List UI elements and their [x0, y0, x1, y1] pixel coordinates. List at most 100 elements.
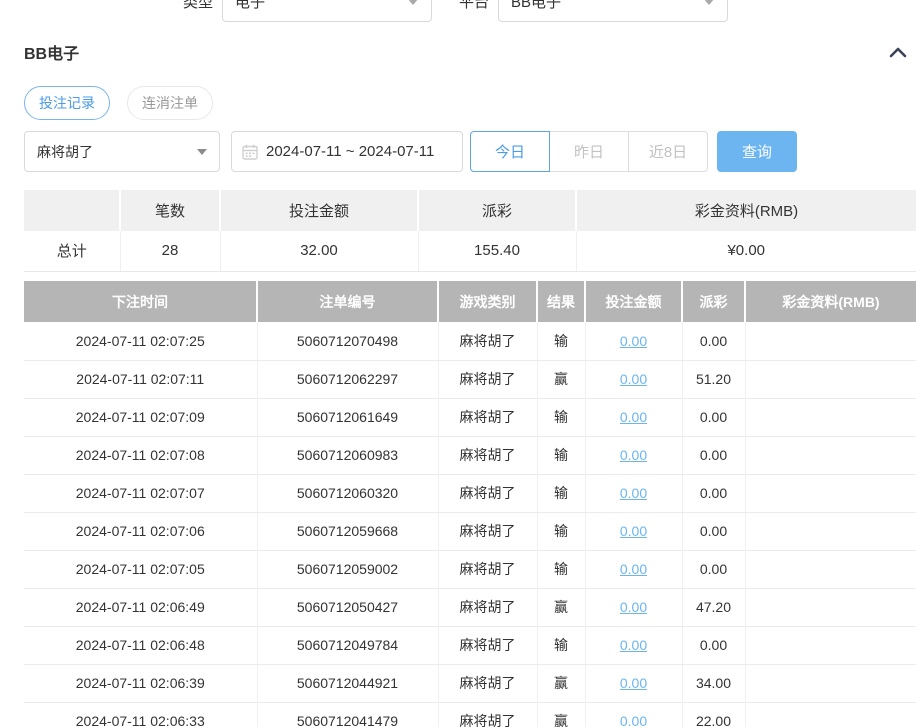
quick-today-button[interactable]: 今日 [470, 131, 550, 172]
cell-game-type: 麻将胡了 [438, 436, 537, 474]
bet-amount-link[interactable]: 0.00 [620, 561, 647, 577]
cell-game-type: 麻将胡了 [438, 322, 537, 360]
section-header: BB电子 [24, 40, 909, 64]
cell-order-id: 5060712059002 [257, 550, 438, 588]
cell-bonus [745, 398, 916, 436]
cell-payout: 0.00 [682, 322, 745, 360]
cell-order-id: 5060712041479 [257, 702, 438, 727]
records-table: 下注时间 注单编号 游戏类别 结果 投注金额 派彩 彩金资料(RMB) 2024… [24, 281, 916, 727]
cell-game-type: 麻将胡了 [438, 702, 537, 727]
chevron-down-icon [703, 0, 715, 5]
cell-game-type: 麻将胡了 [438, 588, 537, 626]
header-bet-time: 下注时间 [24, 281, 257, 322]
summary-total-count: 28 [120, 231, 220, 271]
summary-header-blank [24, 190, 120, 231]
cell-game-type: 麻将胡了 [438, 360, 537, 398]
platform-select[interactable]: BB电子 [498, 0, 728, 22]
bet-amount-link[interactable]: 0.00 [620, 409, 647, 425]
summary-header-count: 笔数 [120, 190, 220, 231]
bet-amount-link[interactable]: 0.00 [620, 447, 647, 463]
game-select[interactable]: 麻将胡了 [24, 131, 220, 172]
cell-game-type: 麻将胡了 [438, 398, 537, 436]
bet-amount-link[interactable]: 0.00 [620, 599, 647, 615]
bet-amount-link[interactable]: 0.00 [620, 485, 647, 501]
cell-payout: 0.00 [682, 474, 745, 512]
summary-total-bet-amount: 32.00 [220, 231, 418, 271]
chevron-up-icon [889, 47, 907, 62]
bet-amount-link[interactable]: 0.00 [620, 371, 647, 387]
cell-bet-time: 2024-07-11 02:07:06 [24, 512, 257, 550]
cell-bet-time: 2024-07-11 02:06:39 [24, 664, 257, 702]
cell-bonus [745, 588, 916, 626]
cell-bonus [745, 664, 916, 702]
header-bonus: 彩金资料(RMB) [745, 281, 916, 322]
type-select[interactable]: 电子 [222, 0, 432, 22]
cell-bet-amount: 0.00 [585, 360, 682, 398]
cell-game-type: 麻将胡了 [438, 664, 537, 702]
cell-payout: 47.20 [682, 588, 745, 626]
cell-order-id: 5060712044921 [257, 664, 438, 702]
cell-bet-time: 2024-07-11 02:06:48 [24, 626, 257, 664]
cell-result: 输 [537, 436, 585, 474]
bet-amount-link[interactable]: 0.00 [620, 637, 647, 653]
summary-table: 笔数 投注金额 派彩 彩金资料(RMB) 总计 28 32.00 155.40 … [24, 190, 916, 272]
cell-game-type: 麻将胡了 [438, 550, 537, 588]
bet-amount-link[interactable]: 0.00 [620, 713, 647, 727]
cell-game-type: 麻将胡了 [438, 474, 537, 512]
cell-result: 赢 [537, 702, 585, 727]
table-row: 2024-07-11 02:06:49 5060712050427 麻将胡了 赢… [24, 588, 916, 626]
table-row: 2024-07-11 02:06:33 5060712041479 麻将胡了 赢… [24, 702, 916, 727]
collapse-button[interactable] [887, 43, 909, 61]
cell-game-type: 麻将胡了 [438, 626, 537, 664]
game-select-value: 麻将胡了 [37, 142, 93, 162]
cell-bet-time: 2024-07-11 02:07:07 [24, 474, 257, 512]
bet-amount-link[interactable]: 0.00 [620, 675, 647, 691]
cell-result: 赢 [537, 360, 585, 398]
cell-order-id: 5060712061649 [257, 398, 438, 436]
summary-header-payout: 派彩 [418, 190, 576, 231]
table-row: 2024-07-11 02:06:48 5060712049784 麻将胡了 输… [24, 626, 916, 664]
bet-amount-link[interactable]: 0.00 [620, 333, 647, 349]
cell-bonus [745, 550, 916, 588]
cell-order-id: 5060712049784 [257, 626, 438, 664]
quick-last8days-button[interactable]: 近8日 [628, 131, 708, 172]
cell-payout: 22.00 [682, 702, 745, 727]
cell-bonus [745, 322, 916, 360]
cell-payout: 51.20 [682, 360, 745, 398]
cell-payout: 0.00 [682, 436, 745, 474]
type-label: 类型 [183, 0, 213, 12]
section-title: BB电子 [24, 40, 79, 64]
cell-bonus [745, 474, 916, 512]
tab-betting-records[interactable]: 投注记录 [24, 86, 110, 120]
cell-result: 输 [537, 512, 585, 550]
date-range-input[interactable]: 2024-07-11 ~ 2024-07-11 [231, 131, 463, 172]
betting-records-page: 类型 电子 平台 BB电子 BB电子 投注记录 连消注单 麻将胡了 [0, 0, 916, 727]
summary-header-row: 笔数 投注金额 派彩 彩金资料(RMB) [24, 190, 916, 231]
cell-order-id: 5060712062297 [257, 360, 438, 398]
cell-bet-time: 2024-07-11 02:07:09 [24, 398, 257, 436]
cell-result: 输 [537, 626, 585, 664]
tab-cancelled-orders[interactable]: 连消注单 [127, 86, 213, 120]
table-row: 2024-07-11 02:07:25 5060712070498 麻将胡了 输… [24, 322, 916, 360]
cell-result: 输 [537, 322, 585, 360]
search-button[interactable]: 查询 [717, 131, 797, 172]
summary-total-label: 总计 [24, 231, 120, 271]
cell-bonus [745, 360, 916, 398]
quick-yesterday-button[interactable]: 昨日 [549, 131, 629, 172]
cell-bet-time: 2024-07-11 02:06:33 [24, 702, 257, 727]
bet-amount-link[interactable]: 0.00 [620, 523, 647, 539]
table-row: 2024-07-11 02:07:08 5060712060983 麻将胡了 输… [24, 436, 916, 474]
platform-select-value: BB电子 [511, 0, 561, 12]
cell-payout: 0.00 [682, 626, 745, 664]
cell-result: 赢 [537, 664, 585, 702]
cell-payout: 0.00 [682, 398, 745, 436]
cell-bonus [745, 702, 916, 727]
cell-result: 赢 [537, 588, 585, 626]
cell-payout: 0.00 [682, 550, 745, 588]
cell-order-id: 5060712059668 [257, 512, 438, 550]
cell-order-id: 5060712060983 [257, 436, 438, 474]
cell-bet-time: 2024-07-11 02:07:11 [24, 360, 257, 398]
cell-order-id: 5060712050427 [257, 588, 438, 626]
header-result: 结果 [537, 281, 585, 322]
cell-bet-time: 2024-07-11 02:06:49 [24, 588, 257, 626]
